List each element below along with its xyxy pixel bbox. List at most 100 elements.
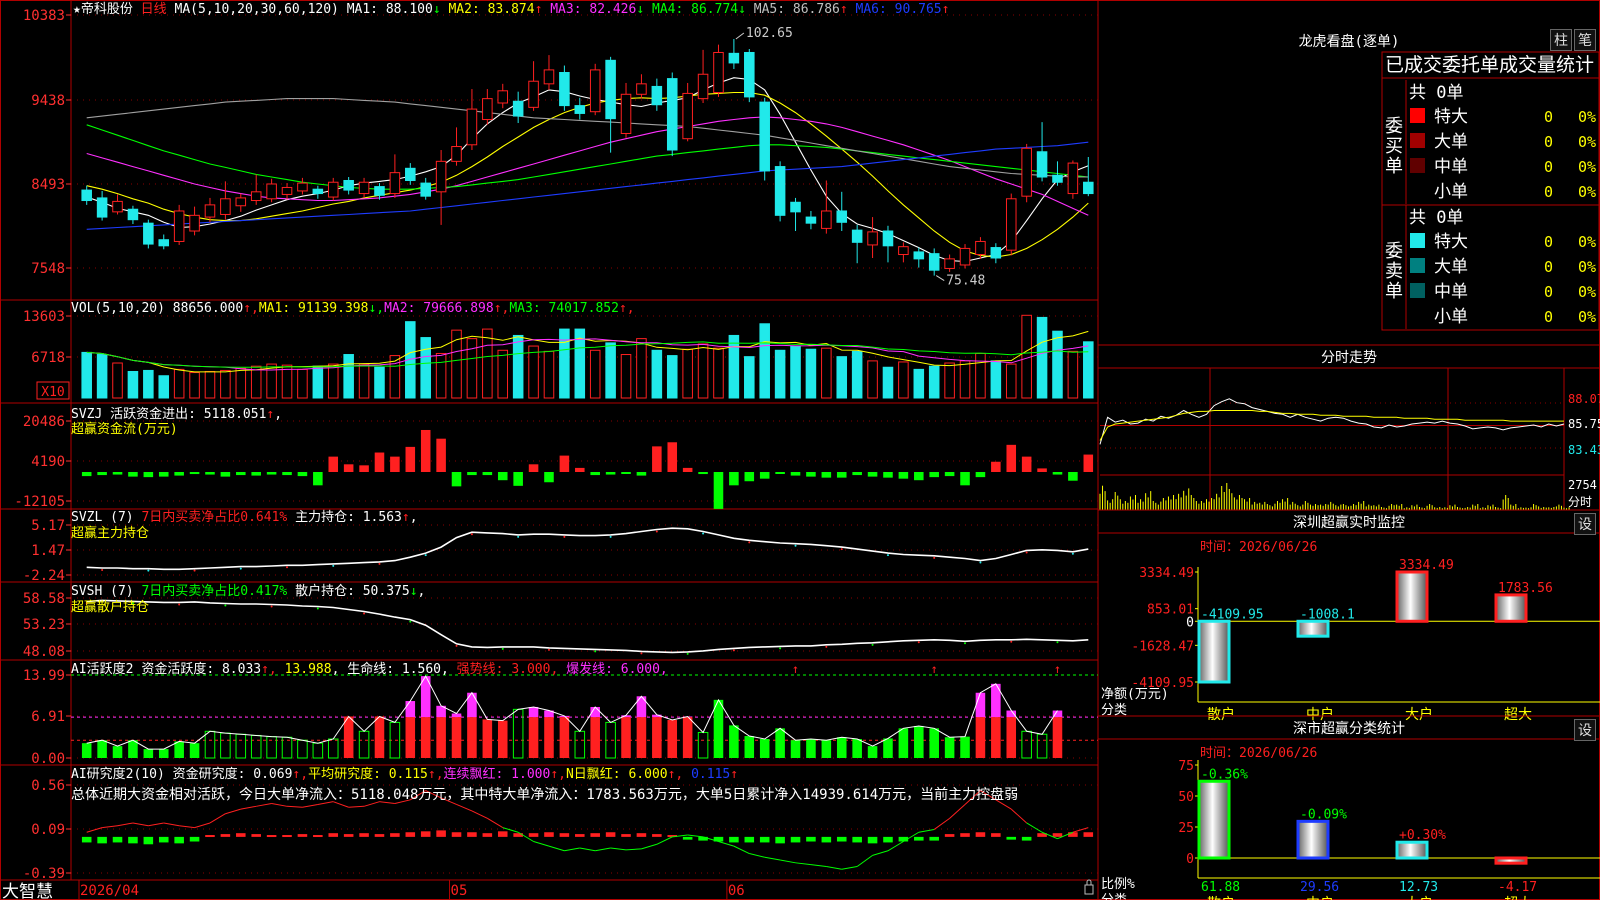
activity-bar <box>174 741 184 758</box>
flow-bar <box>374 452 385 472</box>
activity-bar <box>189 743 200 758</box>
signal-dot <box>609 535 612 538</box>
order-size-label: 特大 <box>1434 232 1468 252</box>
candle <box>112 200 123 213</box>
category-label: 大户 <box>1405 895 1433 900</box>
volume-axis-label: 6718 <box>31 350 65 366</box>
signal-dot <box>239 567 242 570</box>
chart-x-title: 分类 <box>1101 893 1127 900</box>
order-count: 0 <box>1544 308 1553 326</box>
legend-text: 平均研究度: <box>308 766 381 782</box>
research-bar <box>436 830 446 837</box>
legend-text: SVZL (7) <box>71 510 141 525</box>
activity-bar-hollow <box>697 731 709 759</box>
research-bar <box>1006 836 1017 840</box>
price-axis-label: 8493 <box>31 177 65 193</box>
bar-delta-label: +0.30% <box>1399 828 1446 843</box>
signal-dot <box>1056 641 1059 644</box>
order-size-label: 小单 <box>1434 307 1468 327</box>
flow-bar <box>1021 456 1032 472</box>
legend-text: , 生命线: <box>332 661 394 677</box>
chart-y-title: 比例% <box>1101 877 1135 892</box>
tick-mode-button[interactable]: 笔 <box>1574 29 1596 51</box>
activity-bar <box>420 717 431 758</box>
legend-text: ↑ <box>266 407 274 422</box>
category-label: 中户 <box>1306 895 1334 900</box>
volume-bar <box>220 369 231 399</box>
volume-bar <box>744 356 755 399</box>
legend-text <box>848 2 856 17</box>
candle <box>1036 151 1048 178</box>
volume-bar <box>821 347 832 399</box>
category-bar <box>1296 619 1330 638</box>
legend-swatch <box>1410 258 1425 273</box>
legend-line: ★帝科股份 日线 MA(5,10,20,30,60,120) MA1: 88.1… <box>73 1 949 17</box>
signal-dot <box>794 544 797 547</box>
flow-bar <box>359 465 369 472</box>
candle <box>636 83 647 95</box>
legend-text: 强势线: 3.000, <box>457 661 566 677</box>
monitor-settings-button[interactable]: 设 <box>1574 513 1596 535</box>
activity-bar <box>806 739 816 758</box>
activity-bar <box>975 717 986 758</box>
signal-dot <box>224 604 227 607</box>
category-label: 大户 <box>1405 706 1433 723</box>
flow-bar <box>590 472 600 476</box>
volume-bar <box>805 348 817 399</box>
bar-mode-button[interactable]: 柱 <box>1550 29 1572 51</box>
high-pointer <box>735 32 745 40</box>
flow-bar <box>790 472 801 476</box>
order-count: 0 <box>1544 183 1553 201</box>
flow-bar <box>482 472 493 476</box>
flow-bar <box>944 472 955 477</box>
flow-bar <box>806 472 816 477</box>
research-bar <box>636 833 647 837</box>
research-bar <box>821 836 832 843</box>
svzl-subtitle: 超赢主力持仓 <box>71 525 149 541</box>
volume-bar <box>975 352 986 399</box>
high-price-label: 102.65 <box>746 26 793 41</box>
flow-bar <box>1037 468 1047 472</box>
side-label-char: 委 <box>1385 116 1403 137</box>
volume-bar <box>790 345 801 399</box>
research-bar <box>158 836 169 843</box>
main-position-line <box>86 527 1089 571</box>
candle <box>405 167 416 181</box>
candle <box>96 197 108 218</box>
candle <box>220 198 231 215</box>
activity-bar-hollow <box>235 733 247 759</box>
class-settings-button[interactable]: 设 <box>1574 719 1596 741</box>
flow-bar <box>513 472 523 486</box>
volume-bar <box>898 361 909 399</box>
flow-bar <box>174 472 184 476</box>
activity-bar <box>405 717 416 758</box>
bar-delta-label: -0.36% <box>1201 767 1248 782</box>
flow-bar <box>420 429 431 472</box>
flow-bar <box>914 472 924 481</box>
research-bar <box>220 834 231 837</box>
research-line-seg <box>733 845 750 854</box>
signal-dot <box>1025 551 1028 554</box>
panel-time: 时间：2026/06/26 <box>1200 540 1317 555</box>
category-label: 散户 <box>1207 895 1235 900</box>
volume-bar <box>636 338 647 399</box>
legend-line: VOL(5,10,20) 88656.000↑,MA1: 91139.398↓,… <box>71 301 635 316</box>
activity-bar <box>158 749 169 758</box>
activity-bar <box>621 717 631 758</box>
candle <box>374 186 385 196</box>
bar-value-label: 1783.56 <box>1498 581 1553 596</box>
activity-bar <box>713 699 724 758</box>
research-line-seg <box>872 850 889 856</box>
flow-bar <box>251 472 261 476</box>
candle <box>975 240 986 256</box>
signal-dot <box>779 647 782 650</box>
candle <box>204 204 216 218</box>
activity-bar-hollow <box>220 732 231 759</box>
research-line-seg <box>749 853 765 858</box>
candle <box>358 181 370 195</box>
activity-bar <box>497 720 508 758</box>
research-bar <box>682 836 693 840</box>
volume-bar <box>81 351 92 399</box>
legend-text: 散户持仓: <box>287 583 355 599</box>
research-bar <box>189 836 200 842</box>
